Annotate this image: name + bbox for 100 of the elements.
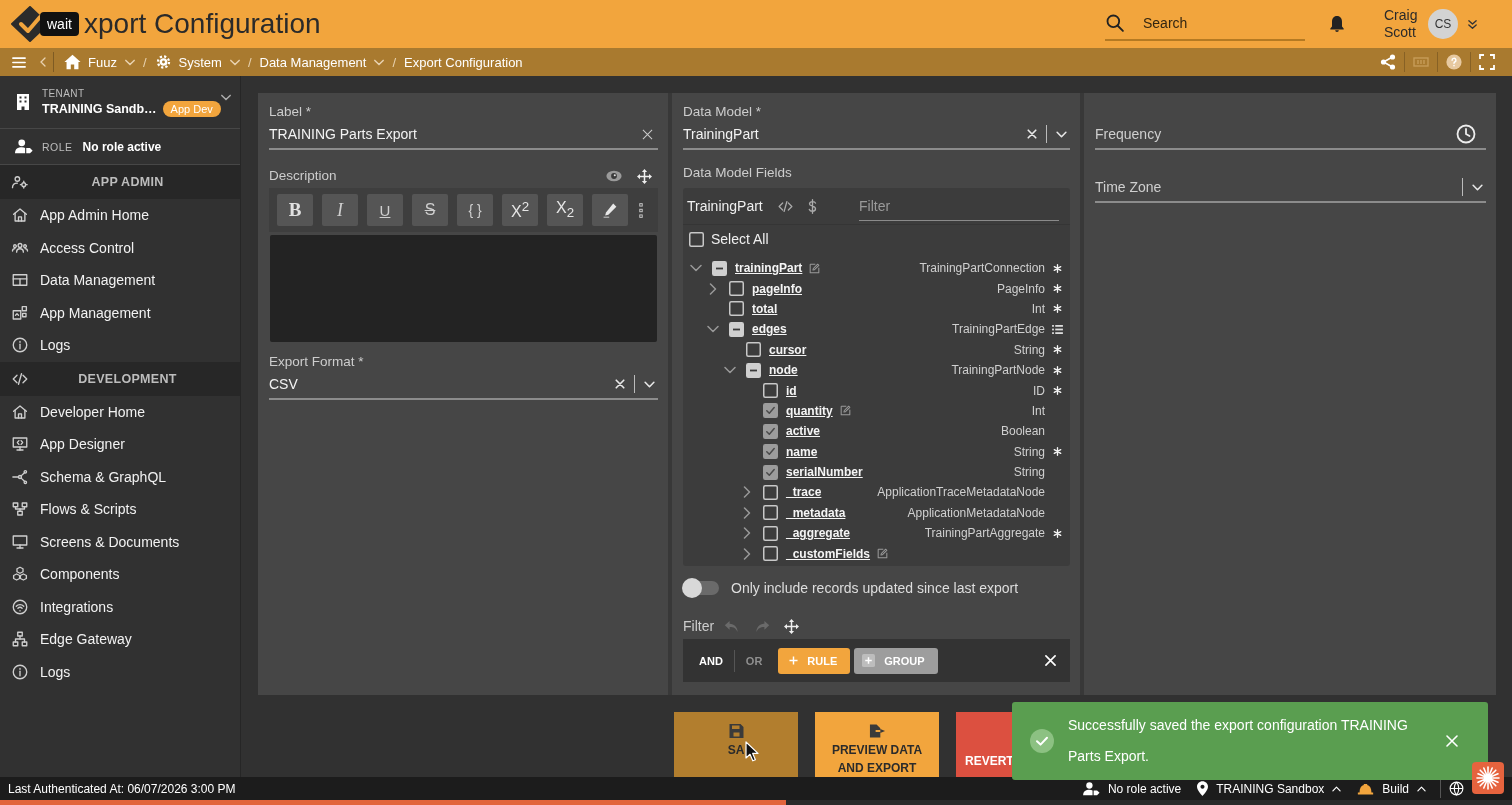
- checkbox[interactable]: [763, 505, 778, 521]
- checkbox[interactable]: [763, 383, 778, 399]
- nav-item[interactable]: App Admin Home: [0, 199, 240, 232]
- checkbox[interactable]: [746, 362, 761, 378]
- breadcrumb-link[interactable]: Data Management: [259, 54, 367, 70]
- chevron-left-icon[interactable]: [40, 57, 46, 67]
- nav-item[interactable]: Flows & Scripts: [0, 493, 240, 526]
- checkbox[interactable]: [746, 342, 761, 358]
- double-chevron-down-icon[interactable]: [1467, 18, 1478, 30]
- nav-item[interactable]: Screens & Documents: [0, 525, 240, 558]
- checkbox[interactable]: [763, 403, 778, 419]
- field-name-link[interactable]: _metadata: [786, 505, 846, 520]
- dollar-icon[interactable]: [807, 198, 817, 214]
- field-name-link[interactable]: pageInfo: [752, 281, 802, 296]
- format-button[interactable]: { }: [457, 194, 493, 226]
- clear-icon[interactable]: [614, 379, 625, 389]
- breadcrumb-link[interactable]: System: [154, 54, 222, 70]
- field-name-link[interactable]: _aggregate: [786, 526, 851, 541]
- bell-icon[interactable]: [1327, 14, 1347, 34]
- filter-field[interactable]: Filter: [859, 195, 1059, 216]
- nav-item[interactable]: Access Control: [0, 231, 240, 264]
- breadcrumb-link[interactable]: Fuuz: [64, 54, 117, 70]
- format-button[interactable]: U: [367, 194, 403, 226]
- tenant-name[interactable]: TRAINING Sandb…: [42, 101, 157, 116]
- field-name-link[interactable]: cursor: [769, 342, 807, 357]
- chevron-down-icon[interactable]: [220, 94, 231, 101]
- nav-item[interactable]: App Management: [0, 296, 240, 329]
- pencil-icon[interactable]: [877, 548, 889, 560]
- field-name-link[interactable]: active: [786, 424, 821, 439]
- checkbox[interactable]: [763, 444, 778, 460]
- label-input[interactable]: TRAINING Parts Export: [269, 120, 658, 150]
- checkbox[interactable]: [763, 485, 778, 500]
- globe-icon[interactable]: [1449, 781, 1464, 796]
- breadcrumb-link[interactable]: Export Configuration: [404, 54, 523, 70]
- close-icon[interactable]: [1045, 655, 1056, 666]
- nav-item[interactable]: Logs: [0, 655, 240, 688]
- chevron-right-icon[interactable]: [708, 282, 717, 295]
- field-name-link[interactable]: _trace: [786, 485, 822, 500]
- caret-up-icon[interactable]: [1417, 785, 1426, 792]
- chevron-right-icon[interactable]: [742, 547, 751, 560]
- caret-up-icon[interactable]: [1332, 785, 1342, 792]
- time-zone-select[interactable]: Time Zone: [1095, 177, 1453, 197]
- chevron-right-icon[interactable]: [742, 527, 751, 540]
- nav-item[interactable]: Integrations: [0, 590, 240, 623]
- nav-item[interactable]: Data Management: [0, 264, 240, 297]
- format-button[interactable]: X$_{2}$: [547, 194, 583, 226]
- field-name-link[interactable]: id: [786, 383, 797, 398]
- eye-icon[interactable]: [606, 170, 622, 182]
- chevron-down-icon[interactable]: [706, 325, 719, 334]
- menu-icon[interactable]: [12, 56, 26, 68]
- field-name-link[interactable]: name: [786, 444, 818, 459]
- nav-item[interactable]: Components: [0, 558, 240, 591]
- chevron-right-icon[interactable]: [742, 506, 751, 519]
- fullscreen-icon[interactable]: [1479, 54, 1495, 70]
- data-model-select[interactable]: TrainingPart: [683, 120, 1070, 150]
- field-name-link[interactable]: node: [769, 363, 798, 378]
- clock-icon[interactable]: [1456, 124, 1476, 144]
- toggle-switch[interactable]: [683, 581, 719, 595]
- nav-item[interactable]: Schema & GraphQL: [0, 460, 240, 493]
- share-icon[interactable]: [1380, 54, 1396, 70]
- checkbox[interactable]: [729, 301, 744, 317]
- conjunction-toggle[interactable]: AND: [699, 654, 723, 667]
- clear-icon[interactable]: [1026, 129, 1037, 139]
- checkbox[interactable]: [763, 423, 778, 439]
- field-name-link[interactable]: trainingPart: [735, 261, 803, 276]
- help-icon[interactable]: [1446, 54, 1462, 70]
- checkbox[interactable]: [763, 525, 778, 541]
- move-icon[interactable]: [784, 618, 800, 634]
- frequency-field[interactable]: Frequency: [1095, 124, 1456, 144]
- format-button[interactable]: [592, 194, 628, 226]
- sparkle-tile-icon[interactable]: [1472, 762, 1504, 794]
- status-item[interactable]: Build: [1357, 781, 1409, 796]
- format-button[interactable]: X$^{2}$: [502, 194, 538, 226]
- nav-item[interactable]: Logs: [0, 329, 240, 362]
- pencil-icon[interactable]: [839, 405, 851, 417]
- checkbox[interactable]: [763, 546, 778, 562]
- nav-item[interactable]: Edge Gateway: [0, 623, 240, 656]
- checkbox[interactable]: [729, 281, 744, 297]
- field-name-link[interactable]: serialNumber: [786, 465, 863, 480]
- search-field[interactable]: Search: [1143, 13, 1305, 33]
- status-item[interactable]: TRAINING Sandbox: [1197, 781, 1325, 796]
- chevron-right-icon[interactable]: [742, 486, 751, 499]
- format-button[interactable]: B: [277, 194, 313, 226]
- field-name-link[interactable]: _customFields: [786, 546, 871, 561]
- checkbox[interactable]: [729, 321, 744, 337]
- export-format-select[interactable]: CSV: [269, 370, 658, 400]
- more-vertical-icon[interactable]: [639, 202, 643, 218]
- status-item[interactable]: No role active: [1082, 781, 1182, 796]
- field-name-link[interactable]: total: [752, 301, 778, 316]
- checkbox[interactable]: [712, 260, 727, 276]
- conjunction-toggle[interactable]: OR: [745, 654, 763, 667]
- action-button[interactable]: PREVIEW DATA AND EXPORT: [815, 712, 939, 777]
- nav-item[interactable]: Developer Home: [0, 395, 240, 428]
- chevron-down-icon[interactable]: [689, 264, 702, 273]
- field-name-link[interactable]: edges: [752, 322, 787, 337]
- nav-item[interactable]: App Designer: [0, 428, 240, 461]
- chevron-down-icon[interactable]: [723, 366, 736, 375]
- user-avatar[interactable]: CS: [1428, 9, 1458, 39]
- checkbox[interactable]: [689, 231, 704, 247]
- pencil-icon[interactable]: [809, 262, 821, 274]
